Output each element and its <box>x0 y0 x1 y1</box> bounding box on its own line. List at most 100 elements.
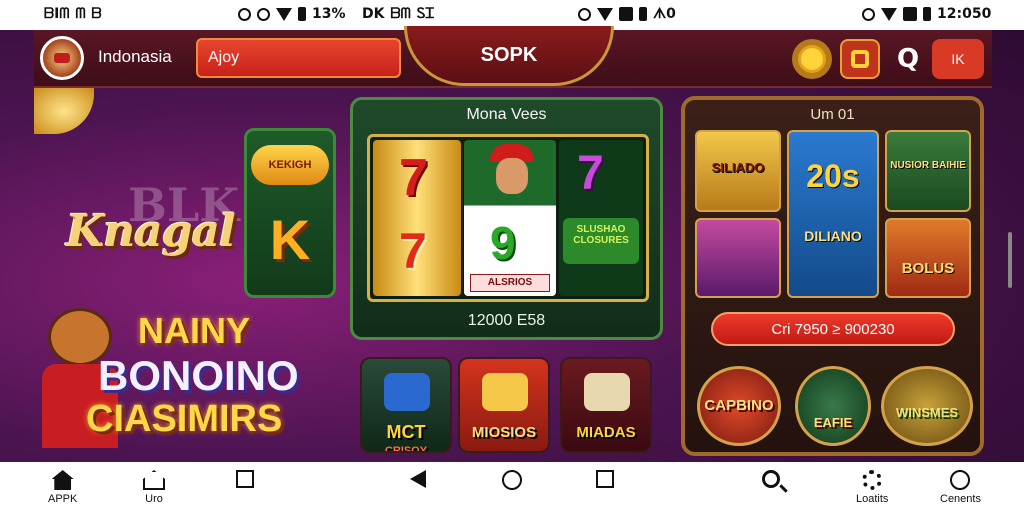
k-tile-badge: KEKIGH <box>251 145 329 185</box>
round-badge-1[interactable]: CAPBINO <box>697 366 781 446</box>
player-icon <box>488 144 534 200</box>
user-icon <box>950 470 971 490</box>
game-tile-label: MIADAS <box>576 424 636 441</box>
signal-icon <box>903 7 917 21</box>
status-text-4: DK <box>362 6 385 22</box>
status-group-2: 13% <box>238 6 346 22</box>
reel-3: 7 SLUSHAO CLOSURES <box>559 140 643 296</box>
status-group-left: ᗷIᗰ ᗰ ᗷ <box>44 6 102 22</box>
nav-item-loatits[interactable]: Loatits <box>856 470 888 505</box>
featured-games-panel: Um 01 SILIADO 20s DILIANO NUSIOR BAIHIE … <box>681 96 984 456</box>
status-group-4: ᗑ0 <box>578 6 676 22</box>
game-tile-3[interactable]: MIADAS <box>560 357 652 453</box>
featured-tile-sublabel: DILIANO <box>804 228 862 244</box>
round-badge-2[interactable]: EAFIE <box>795 366 871 446</box>
search-input[interactable] <box>196 38 401 78</box>
claim-button[interactable]: Cri 7950 ≥ 900230 <box>711 312 955 346</box>
status-text-3: ᗷ <box>91 6 102 22</box>
game-tile-label: MCT <box>386 422 426 442</box>
nav-home-button[interactable] <box>502 470 522 490</box>
nav-search-button[interactable] <box>762 470 780 488</box>
status-text-5: ᗷᗰ <box>390 6 411 22</box>
status-text-6: ᏚᏆ <box>416 6 435 22</box>
gear-icon <box>862 470 883 490</box>
featured-tile-5[interactable]: BOLUS <box>885 218 971 298</box>
game-tile-1[interactable]: MCT CRISOY <box>360 357 452 453</box>
back-icon <box>410 470 426 488</box>
nav-back-button[interactable] <box>410 470 426 488</box>
language-button[interactable]: IK <box>932 39 984 79</box>
promo-line-3: CIASIMIRS <box>86 398 283 440</box>
clock: 12:050 <box>937 6 992 22</box>
reel-3-label: SLUSHAO CLOSURES <box>563 218 639 264</box>
nav-item-appk[interactable]: APPK <box>48 470 77 505</box>
gift-button[interactable] <box>840 39 880 79</box>
reel-1-top-symbol: 7 <box>399 149 428 207</box>
sun-icon <box>801 48 823 70</box>
status-group-right: 12:050 <box>862 6 991 22</box>
home-icon <box>51 470 74 490</box>
nav-item-square[interactable] <box>236 470 254 488</box>
battery-percent: 13% <box>312 6 346 22</box>
app-header: Indonasia SOPK Q IK <box>34 26 992 88</box>
nav-label: APPK <box>48 493 78 505</box>
reel-2: 9 ALSRIOS <box>464 140 556 296</box>
status-text-1: ᗷIᗰ <box>44 6 70 22</box>
app-logo[interactable] <box>40 36 84 80</box>
k-game-tile[interactable]: KEKIGH K <box>244 128 336 298</box>
circle-home-icon <box>502 470 522 490</box>
reel-2-label: ALSRIOS <box>470 274 550 292</box>
reel-1-bottom-symbol: 7 <box>399 223 427 279</box>
slot-title: Mona Vees <box>466 106 547 123</box>
battery-icon <box>298 7 306 21</box>
gift-icon <box>851 50 869 68</box>
coin-icon <box>34 88 94 134</box>
status-text-2: ᗰ <box>75 6 86 22</box>
game-tile-sublabel: CRISOY <box>384 445 428 453</box>
featured-tile-2[interactable]: 20s DILIANO <box>787 130 879 298</box>
region-label[interactable]: Indonasia <box>98 47 172 67</box>
nav-recents-button[interactable] <box>596 470 614 488</box>
sun-button[interactable] <box>792 39 832 79</box>
page-title: SOPK <box>480 44 538 66</box>
reel-2-symbol: 9 <box>490 217 516 269</box>
search-icon <box>762 470 780 488</box>
nav-label: Cenents <box>940 493 981 505</box>
k-tile-letter: K <box>269 208 311 271</box>
wifi-icon <box>276 7 292 21</box>
featured-tile-1[interactable]: SILIADO <box>695 130 781 212</box>
game-tile-2[interactable]: MIOSIOS <box>458 357 550 453</box>
status-group-3: DK ᗷᗰ ᏚᏆ <box>362 6 435 22</box>
scrollbar[interactable] <box>1008 232 1012 288</box>
jackpot-amount: 12000 E58 <box>467 312 546 329</box>
wifi-icon <box>597 7 613 21</box>
round-badge-label: WINSMES <box>895 405 959 420</box>
game-tile-label: MIOSIOS <box>471 424 537 441</box>
battery-icon <box>923 7 931 21</box>
promo-brand: Knagal <box>66 206 236 257</box>
house-outline-icon <box>143 470 165 490</box>
slot-reels: 7 7 9 ALSRIOS 7 SLUSHAO CLOSURES <box>367 134 649 302</box>
featured-tile-4[interactable] <box>695 218 781 298</box>
nav-label: Loatits <box>856 493 889 505</box>
game-art-1 <box>384 373 430 411</box>
signal-icon <box>619 7 633 21</box>
round-badge-label: EAFIE <box>813 415 853 430</box>
nav-label: Uro <box>145 493 163 505</box>
nav-item-uro[interactable]: Uro <box>143 470 165 505</box>
featured-tile-label: NUSIOR BAIHIE <box>890 160 966 171</box>
search-button[interactable]: Q <box>888 39 928 79</box>
promo-line-1: NAINY <box>138 310 251 351</box>
wifi-icon <box>881 7 897 21</box>
featured-tile-label: BOLUS <box>901 260 955 277</box>
sync-icon <box>257 7 270 21</box>
alarm-icon <box>578 7 591 21</box>
nav-item-cenents[interactable]: Cenents <box>940 470 981 505</box>
slot-machine-panel[interactable]: Mona Vees 7 7 9 ALSRIOS 7 SLUSHAO CLOSUR… <box>350 97 663 340</box>
featured-tile-3[interactable]: NUSIOR BAIHIE <box>885 130 971 212</box>
panel-title: Um 01 <box>810 106 855 123</box>
round-badge-label: CAPBINO <box>704 397 774 414</box>
featured-tile-label: 20s <box>806 158 860 194</box>
round-badge-3[interactable]: WINSMES <box>881 366 973 446</box>
game-art-2 <box>482 373 528 411</box>
